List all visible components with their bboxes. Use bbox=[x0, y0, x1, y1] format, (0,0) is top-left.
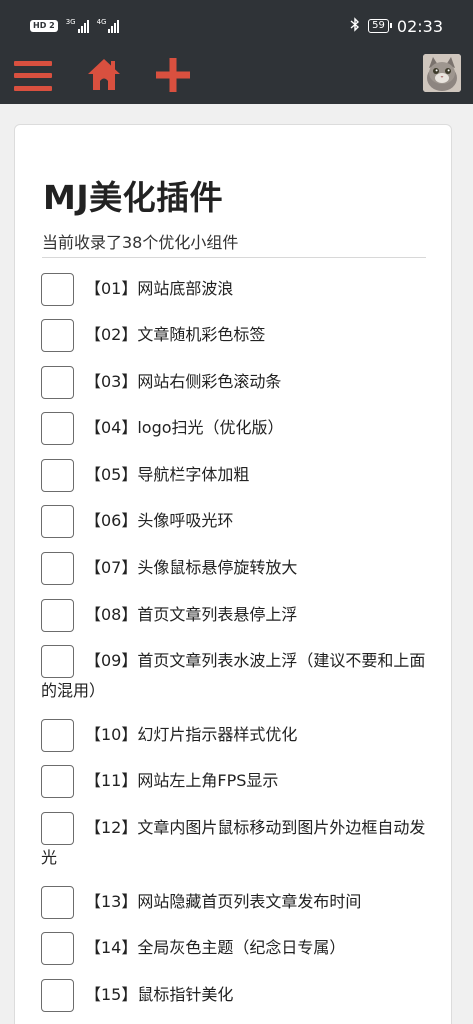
list-item[interactable]: 【13】网站隐藏首页列表文章发布时间 bbox=[41, 886, 431, 919]
list-item[interactable]: 【12】文章内图片鼠标移动到图片外边框自动发光 bbox=[41, 812, 431, 873]
page-subtitle: 当前收录了38个优化小组件 bbox=[42, 233, 239, 252]
list-item[interactable]: 【07】头像鼠标悬停旋转放大 bbox=[41, 552, 431, 585]
top-navigation-bar bbox=[0, 52, 473, 104]
signal-strength-icon: 4G bbox=[97, 19, 120, 33]
item-label: 【13】网站隐藏首页列表文章发布时间 bbox=[85, 892, 362, 911]
hd-voice-badge: HD 2 bbox=[30, 20, 58, 32]
item-label: 【03】网站右侧彩色滚动条 bbox=[85, 372, 282, 391]
checkbox[interactable] bbox=[41, 886, 74, 919]
item-label: 【01】网站底部波浪 bbox=[85, 279, 234, 298]
checkbox[interactable] bbox=[41, 932, 74, 965]
checkbox[interactable] bbox=[41, 599, 74, 632]
item-label: 【02】文章随机彩色标签 bbox=[85, 325, 266, 344]
checkbox[interactable] bbox=[41, 552, 74, 585]
list-item[interactable]: 【06】头像呼吸光环 bbox=[41, 505, 431, 538]
checkbox[interactable] bbox=[41, 319, 74, 352]
list-item[interactable]: 【03】网站右侧彩色滚动条 bbox=[41, 366, 431, 399]
checkbox[interactable] bbox=[41, 812, 74, 845]
item-label: 【12】文章内图片鼠标移动到图片外边框自动发光 bbox=[41, 818, 426, 867]
list-item[interactable]: 【11】网站左上角FPS显示 bbox=[41, 765, 431, 798]
item-label: 【05】导航栏字体加粗 bbox=[85, 465, 250, 484]
list-item[interactable]: 【05】导航栏字体加粗 bbox=[41, 459, 431, 492]
list-item[interactable]: 【01】网站底部波浪 bbox=[41, 273, 431, 306]
checkbox[interactable] bbox=[41, 645, 74, 678]
status-bar: HD 2 3G 4G 59 02:33 bbox=[0, 0, 473, 52]
list-item[interactable]: 【08】首页文章列表悬停上浮 bbox=[41, 599, 431, 632]
item-label: 【14】全局灰色主题（纪念日专属） bbox=[85, 938, 346, 957]
hamburger-menu-icon[interactable] bbox=[14, 58, 52, 92]
checkbox[interactable] bbox=[41, 366, 74, 399]
checkbox[interactable] bbox=[41, 505, 74, 538]
list-item[interactable]: 【14】全局灰色主题（纪念日专属） bbox=[41, 932, 431, 965]
plugin-card: MJ美化插件 当前收录了38个优化小组件 【01】网站底部波浪 【02】文章随机… bbox=[14, 124, 452, 1024]
signal-1-label: 3G bbox=[65, 18, 76, 26]
checkbox[interactable] bbox=[41, 979, 74, 1012]
home-icon[interactable] bbox=[86, 56, 122, 92]
clock: 02:33 bbox=[396, 16, 443, 36]
signal-strength-icon: 3G bbox=[66, 19, 89, 33]
list-item[interactable]: 【02】文章随机彩色标签 bbox=[41, 319, 431, 352]
plus-icon[interactable] bbox=[155, 57, 191, 93]
item-label: 【07】头像鼠标悬停旋转放大 bbox=[85, 558, 298, 577]
checkbox[interactable] bbox=[41, 459, 74, 492]
bluetooth-icon bbox=[350, 16, 360, 36]
item-label: 【08】首页文章列表悬停上浮 bbox=[85, 605, 298, 624]
status-bar-left: HD 2 3G 4G bbox=[30, 19, 120, 33]
list-item[interactable]: 【09】首页文章列表水波上浮（建议不要和上面的混用） bbox=[41, 645, 431, 706]
list-item[interactable]: 【10】幻灯片指示器样式优化 bbox=[41, 719, 431, 752]
divider bbox=[42, 257, 426, 258]
checkbox[interactable] bbox=[41, 719, 74, 752]
list-item[interactable]: 【04】logo扫光（优化版） bbox=[41, 412, 431, 445]
avatar[interactable] bbox=[423, 54, 461, 92]
item-label: 【11】网站左上角FPS显示 bbox=[85, 771, 279, 790]
item-label: 【09】首页文章列表水波上浮（建议不要和上面的混用） bbox=[41, 651, 426, 700]
checkbox[interactable] bbox=[41, 412, 74, 445]
battery-icon: 59 bbox=[368, 19, 392, 33]
item-label: 【06】头像呼吸光环 bbox=[85, 511, 234, 530]
item-label: 【10】幻灯片指示器样式优化 bbox=[85, 725, 298, 744]
checkbox[interactable] bbox=[41, 765, 74, 798]
status-bar-right: 59 02:33 bbox=[350, 17, 443, 36]
item-label: 【04】logo扫光（优化版） bbox=[85, 418, 284, 437]
list-item[interactable]: 【15】鼠标指针美化 bbox=[41, 979, 431, 1012]
item-label: 【15】鼠标指针美化 bbox=[85, 985, 234, 1004]
page-title: MJ美化插件 bbox=[43, 178, 224, 217]
signal-2-label: 4G bbox=[96, 18, 107, 26]
checkbox[interactable] bbox=[41, 273, 74, 306]
